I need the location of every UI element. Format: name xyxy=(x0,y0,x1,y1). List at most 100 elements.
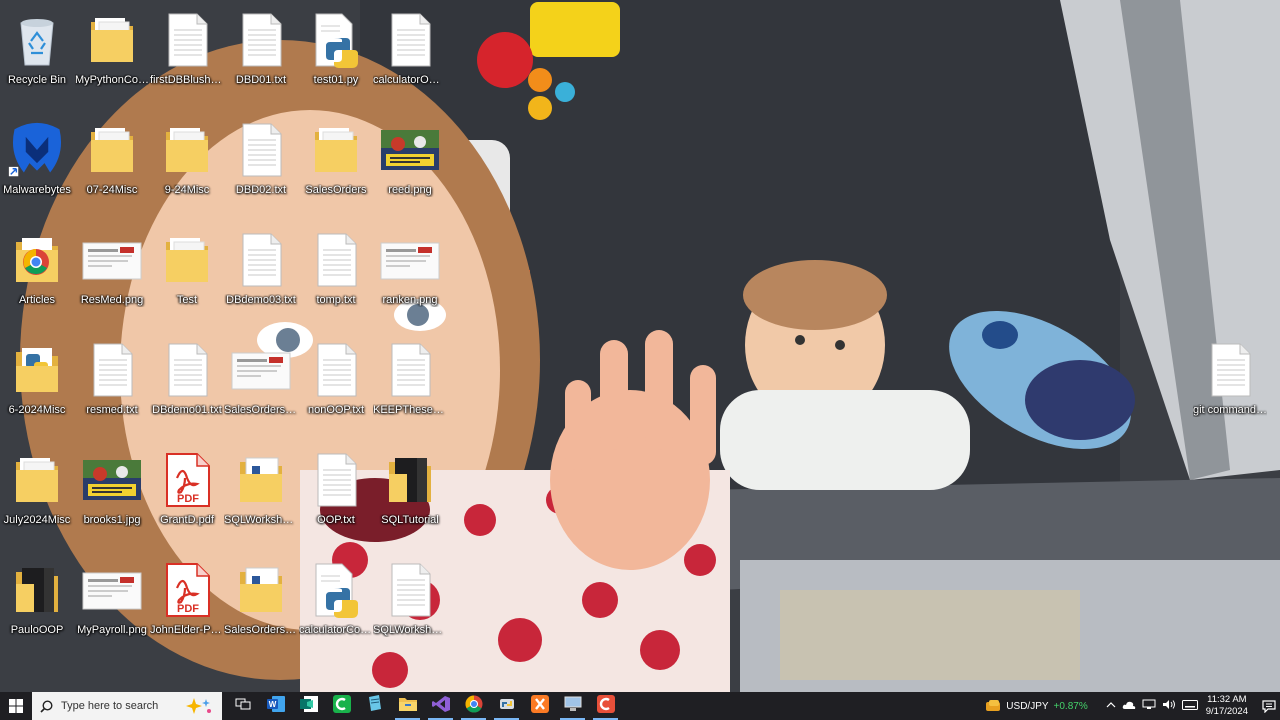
desktop-icon[interactable]: DBdemo01.txt xyxy=(150,336,224,440)
search-placeholder: Type here to search xyxy=(61,700,159,712)
desktop-icon[interactable]: Test xyxy=(150,226,224,330)
network-icon[interactable] xyxy=(1142,699,1156,713)
desktop-icon-label: git commands k... xyxy=(1193,404,1267,416)
taskbar-app-xampp[interactable] xyxy=(523,692,556,720)
ticker-change: +0.87% xyxy=(1053,700,1088,712)
desktop-icon[interactable]: July2024Misc xyxy=(0,446,74,550)
chevron-up-icon[interactable] xyxy=(1106,701,1116,712)
desktop-icon[interactable]: git commands k... xyxy=(1193,336,1267,440)
image-file-icon xyxy=(380,120,440,180)
publisher-icon xyxy=(299,695,318,717)
txt-file-icon xyxy=(1200,340,1260,400)
taskbar-app-python-idle[interactable] xyxy=(490,692,523,720)
desktop-icon[interactable]: SalesOrders.png xyxy=(224,336,298,440)
taskbar-app-camtasia[interactable] xyxy=(325,692,358,720)
desktop-icon[interactable]: brooks1.jpg xyxy=(75,446,149,550)
desktop-icon[interactable]: calculatorConsole... xyxy=(299,556,373,660)
taskbar: Type here to search W USD/JPY +0.87% 11:… xyxy=(0,692,1280,720)
desktop-icon[interactable]: MyPythonCourse xyxy=(75,6,149,110)
search-icon xyxy=(40,699,53,713)
keyboard-icon[interactable] xyxy=(1181,699,1198,713)
xampp-icon xyxy=(530,694,549,718)
task-view-icon xyxy=(235,697,251,716)
txt-file-icon xyxy=(380,10,440,70)
desktop-icon-label: DBdemo01.txt xyxy=(152,404,222,416)
desktop-icon[interactable]: test01.py xyxy=(299,6,373,110)
taskbar-app-notepad[interactable] xyxy=(358,692,391,720)
desktop-icon[interactable]: PauloOOP xyxy=(0,556,74,660)
desktop-icon-label: 9-24Misc xyxy=(164,184,210,196)
taskbar-search-box[interactable]: Type here to search xyxy=(32,692,222,720)
desktop-icon[interactable]: resmed.txt xyxy=(75,336,149,440)
folder-doc-file-icon xyxy=(231,560,291,620)
taskbar-app-visual-studio[interactable] xyxy=(424,692,457,720)
desktop-icon[interactable]: calculatorOOP.txt xyxy=(373,6,447,110)
desktop-icon[interactable]: Articles xyxy=(0,226,74,330)
desktop-icon-label: JohnElder-Python... xyxy=(150,624,224,636)
desktop-icon[interactable]: ResMed.png xyxy=(75,226,149,330)
volume-icon[interactable] xyxy=(1162,699,1176,713)
desktop-icon-label: ranken.png xyxy=(382,294,438,306)
desktop-icon[interactable]: KEEPTheseEmails.txt xyxy=(373,336,447,440)
desktop-icon[interactable]: ranken.png xyxy=(373,226,447,330)
svg-text:W: W xyxy=(268,700,276,709)
stock-ticker-widget[interactable]: USD/JPY +0.87% xyxy=(985,699,1088,713)
desktop-icon[interactable]: firstDBBlush.txt xyxy=(150,6,224,110)
desktop-icon[interactable]: PDF JohnElder-Python... xyxy=(150,556,224,660)
image-file-icon xyxy=(82,450,142,510)
folder-py-file-icon xyxy=(7,340,67,400)
monitor-icon xyxy=(564,696,582,717)
desktop-icon[interactable]: SQLWorksheet#1K... xyxy=(373,556,447,660)
taskbar-app-chrome[interactable] xyxy=(457,692,490,720)
taskbar-app-camtasia-recorder[interactable] xyxy=(589,692,622,720)
word-icon: W xyxy=(266,695,285,717)
desktop-icon[interactable]: 07-24Misc xyxy=(75,116,149,220)
desktop-icon-label: tomp.txt xyxy=(316,294,356,306)
desktop-icon-label: SalesOrders xyxy=(305,184,367,196)
desktop-icon[interactable]: DBD02.txt xyxy=(224,116,298,220)
start-button[interactable] xyxy=(0,692,32,720)
desktop-icon[interactable]: 6-2024Misc xyxy=(0,336,74,440)
desktop-icon[interactable]: nonOOP.txt xyxy=(299,336,373,440)
png-file-icon xyxy=(82,230,142,290)
chrome-icon xyxy=(464,695,483,718)
desktop-icon-label: Test xyxy=(176,294,198,306)
taskbar-app-task-view[interactable] xyxy=(226,692,259,720)
desktop-icon-label: DBdemo03.txt xyxy=(226,294,296,306)
desktop-icon[interactable]: 9-24Misc xyxy=(150,116,224,220)
txt-file-icon xyxy=(231,120,291,180)
txt-file-icon xyxy=(380,560,440,620)
python-icon xyxy=(498,695,516,718)
desktop-icon[interactable]: OOP.txt xyxy=(299,446,373,550)
clock-date: 9/17/2024 xyxy=(1205,706,1248,717)
desktop-icon-label: ResMed.png xyxy=(80,294,144,306)
desktop-icon[interactable]: SQLTutorial xyxy=(373,446,447,550)
png-file-icon xyxy=(82,560,142,620)
taskbar-app-word[interactable]: W xyxy=(259,692,292,720)
desktop-icon[interactable]: SalesOrders-MySQL xyxy=(224,556,298,660)
desktop-icon-label: MyPythonCourse xyxy=(75,74,149,86)
desktop-icon[interactable]: SQLWorksheets xyxy=(224,446,298,550)
desktop-icon[interactable]: MyPayroll.png xyxy=(75,556,149,660)
desktop-icon[interactable]: Malwarebytes xyxy=(0,116,74,220)
taskbar-app-remote-desktop[interactable] xyxy=(556,692,589,720)
taskbar-app-publisher[interactable] xyxy=(292,692,325,720)
visual-studio-icon xyxy=(431,695,450,718)
notification-center-button[interactable] xyxy=(1258,692,1280,720)
desktop-icon[interactable]: DBdemo03.txt xyxy=(224,226,298,330)
png-file-icon xyxy=(380,230,440,290)
desktop-icon-label: calculatorConsole... xyxy=(299,624,373,636)
desktop-icon[interactable]: tomp.txt xyxy=(299,226,373,330)
desktop-icon-label: OOP.txt xyxy=(317,514,355,526)
desktop-icon-label: SalesOrders-MySQL xyxy=(224,624,298,636)
taskbar-app-file-explorer[interactable] xyxy=(391,692,424,720)
onedrive-icon[interactable] xyxy=(1122,700,1136,713)
desktop-icon[interactable]: SalesOrders xyxy=(299,116,373,220)
taskbar-clock[interactable]: 11:32 AM 9/17/2024 xyxy=(1206,694,1248,718)
desktop-icon[interactable]: Recycle Bin xyxy=(0,6,74,110)
desktop-icon[interactable]: PDF GrantD.pdf xyxy=(150,446,224,550)
desktop-icon[interactable]: DBD01.txt xyxy=(224,6,298,110)
desktop-icon[interactable]: reed.png xyxy=(373,116,447,220)
pdf-file-icon: PDF xyxy=(157,560,217,620)
desktop-icon-label: 07-24Misc xyxy=(86,184,138,196)
